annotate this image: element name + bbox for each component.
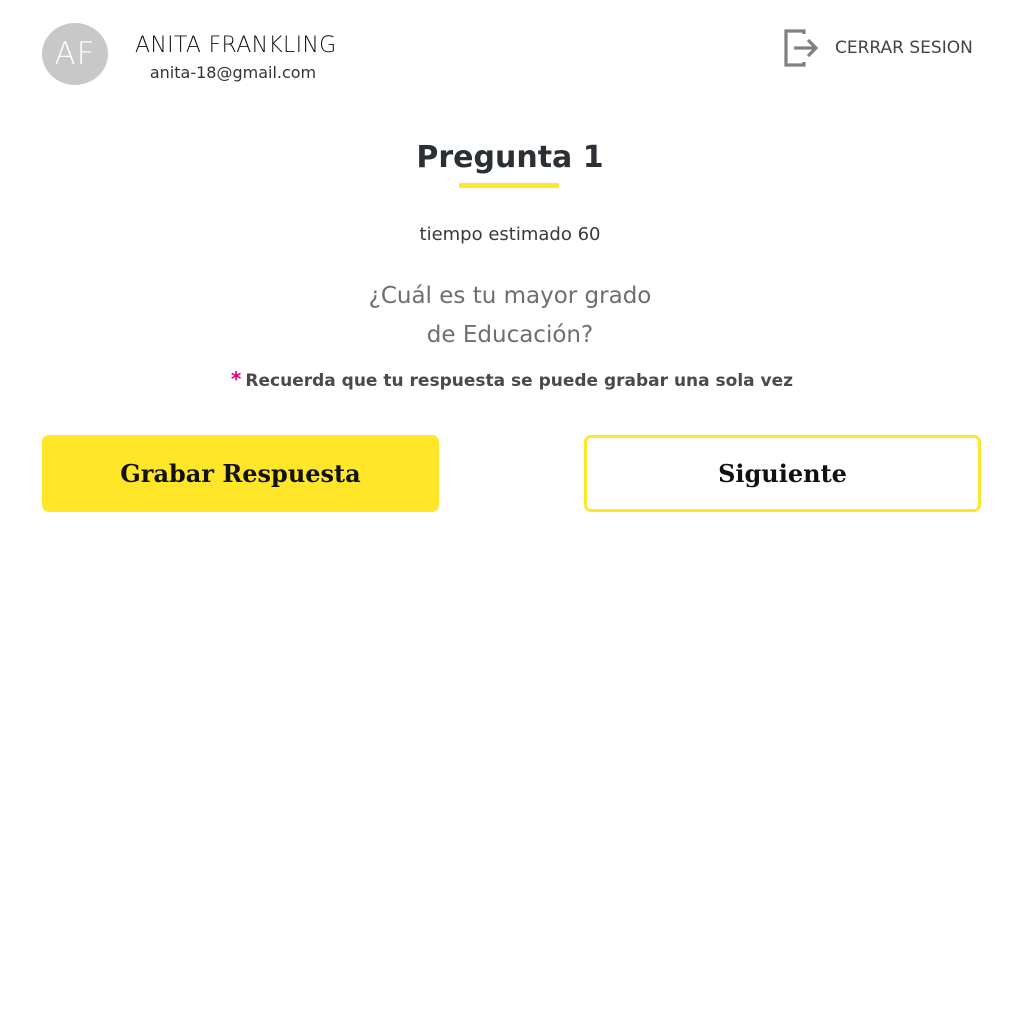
logout-icon — [784, 29, 819, 67]
question-text-line1: ¿Cuál es tu mayor grado — [368, 283, 652, 309]
question-text: ¿Cuál es tu mayor grado de Educación? — [312, 277, 708, 355]
avatar: AF — [42, 23, 108, 85]
question-title: Pregunta 1 — [416, 140, 604, 175]
logout-label: CERRAR SESION — [835, 38, 973, 58]
record-answer-button[interactable]: Grabar Respuesta — [42, 435, 439, 512]
next-label: Siguiente — [718, 459, 847, 488]
reminder-note: * Recuerda que tu respuesta se puede grab… — [0, 366, 1024, 394]
record-answer-label: Grabar Respuesta — [120, 459, 361, 488]
user-email: anita-18@gmail.com — [149, 63, 317, 82]
question-text-line2: de Educación? — [426, 322, 594, 348]
user-info: ANITA FRANKLING anita-18@gmail.com — [135, 30, 337, 84]
required-asterisk: * — [230, 367, 242, 391]
logout-button[interactable]: CERRAR SESION — [782, 28, 973, 68]
title-underline — [459, 183, 559, 188]
user-name: ANITA FRANKLING — [135, 33, 337, 58]
time-estimate: tiempo estimado 60 — [419, 224, 601, 245]
next-button[interactable]: Siguiente — [584, 435, 981, 512]
reminder-text: Recuerda que tu respuesta se puede graba… — [245, 371, 794, 391]
